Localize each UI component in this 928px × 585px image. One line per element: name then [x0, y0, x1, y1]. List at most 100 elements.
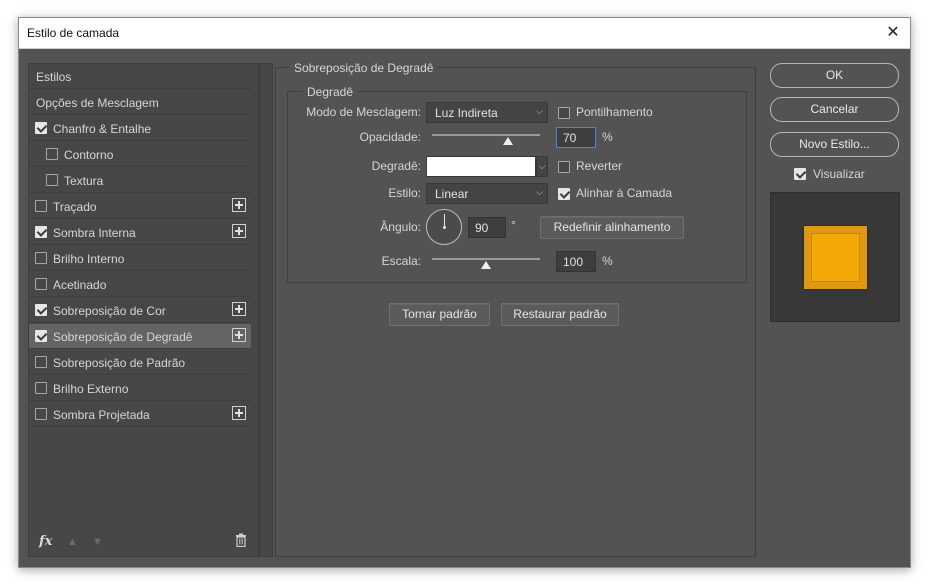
chevron-down-icon: ⌵ — [536, 187, 543, 197]
style-value: Linear — [435, 187, 469, 201]
sidebar-item[interactable]: Sobreposição de Cor — [29, 298, 251, 323]
sidebar-item-checkbox[interactable] — [35, 200, 47, 212]
preview-checkbox[interactable] — [794, 168, 806, 180]
angle-input[interactable]: 90 — [468, 217, 506, 238]
styles-list: Estilos Opções de Mesclagem Chanfro & Enta… — [28, 63, 259, 557]
group-title: Sobreposição de Degradê — [290, 61, 438, 75]
trash-icon[interactable] — [235, 533, 247, 547]
sidebar-item[interactable]: Brilho Externo — [29, 376, 251, 401]
layer-style-dialog: Estilo de camada ✕ Estilos Opções de Mesc… — [18, 17, 911, 568]
sidebar-item-label: Estilos — [36, 70, 72, 84]
sidebar-item-checkbox[interactable] — [35, 278, 47, 290]
sidebar-item[interactable]: Acetinado — [29, 272, 251, 297]
add-effect-icon[interactable] — [232, 224, 246, 238]
sidebar-item-checkbox[interactable] — [35, 122, 47, 134]
sidebar-item-label: Sombra Interna — [53, 226, 136, 240]
reset-alignment-button[interactable]: Redefinir alinhamento — [540, 216, 684, 239]
scale-slider-thumb[interactable] — [481, 261, 491, 269]
dither-checkbox[interactable] — [558, 107, 570, 119]
blend-mode-label: Modo de Mesclagem: — [306, 105, 421, 119]
angle-label: Ângulo: — [380, 220, 421, 234]
chevron-down-icon: ⌵ — [536, 106, 543, 116]
ok-button[interactable]: OK — [770, 63, 899, 88]
styles-list-scrollbar[interactable] — [259, 63, 273, 557]
gradient-subgroup: Degradê Modo de Mesclagem: Luz Indireta … — [287, 85, 747, 283]
sidebar-item-label: Brilho Interno — [53, 252, 125, 266]
sidebar-item-checkbox[interactable] — [35, 330, 47, 342]
sidebar-item[interactable]: Textura — [29, 168, 251, 193]
add-effect-icon[interactable] — [232, 406, 246, 420]
sidebar-item-checkbox[interactable] — [35, 252, 47, 264]
sidebar-item-label: Sobreposição de Cor — [53, 304, 166, 318]
sidebar-item-checkbox[interactable] — [35, 408, 47, 420]
blend-mode-select[interactable]: Luz Indireta ⌵ — [426, 102, 548, 123]
sidebar-item[interactable]: Traçado — [29, 194, 251, 219]
add-effect-icon[interactable] — [232, 328, 246, 342]
opacity-slider[interactable] — [432, 134, 540, 136]
sidebar-item[interactable]: Brilho Interno — [29, 246, 251, 271]
move-down-icon[interactable]: ▼ — [92, 536, 103, 548]
title-bar: Estilo de camada ✕ — [19, 18, 910, 49]
sidebar-item[interactable]: Estilos — [29, 64, 251, 89]
sidebar-item-checkbox[interactable] — [46, 148, 58, 160]
sidebar-item-label: Textura — [64, 174, 104, 188]
sidebar-item-checkbox[interactable] — [46, 174, 58, 186]
subgroup-title: Degradê — [303, 85, 358, 99]
add-effect-icon[interactable] — [232, 198, 246, 212]
sidebar-item[interactable]: Sombra Projetada — [29, 402, 251, 427]
sidebar-item-label: Contorno — [64, 148, 114, 162]
preview-swatch — [804, 226, 867, 289]
add-effect-icon[interactable] — [232, 302, 246, 316]
settings-panel: Sobreposição de Degradê Degradê Modo de … — [275, 61, 759, 557]
fx-icon[interactable]: fx — [39, 534, 52, 549]
scale-input[interactable]: 100 — [556, 251, 596, 272]
blend-mode-value: Luz Indireta — [435, 106, 498, 120]
gradient-dropdown-button[interactable]: ⌵ — [536, 156, 548, 177]
sidebar-item-checkbox[interactable] — [35, 356, 47, 368]
scale-label: Escala: — [381, 254, 421, 268]
cancel-button[interactable]: Cancelar — [770, 97, 899, 122]
sidebar-item-label: Brilho Externo — [53, 382, 129, 396]
styles-list-footer: fx ▲ ▼ — [28, 530, 259, 556]
sidebar-item[interactable]: Sobreposição de Degradê — [29, 324, 251, 349]
style-preview — [770, 192, 900, 322]
sidebar-item[interactable]: Sobreposição de Padrão — [29, 350, 251, 375]
sidebar-item-checkbox[interactable] — [35, 382, 47, 394]
opacity-input[interactable]: 70 — [556, 127, 596, 148]
degree-symbol: ° — [511, 218, 516, 232]
angle-center-dot — [443, 226, 446, 229]
sidebar-item[interactable]: Opções de Mesclagem — [29, 90, 251, 115]
scale-percent: % — [602, 254, 613, 268]
reverse-label: Reverter — [576, 159, 623, 173]
opacity-slider-thumb[interactable] — [502, 137, 513, 145]
angle-dial[interactable] — [426, 209, 462, 245]
sidebar-item-label: Acetinado — [53, 278, 107, 292]
scale-slider[interactable] — [432, 258, 540, 260]
dialog-title: Estilo de camada — [27, 26, 120, 40]
move-up-icon[interactable]: ▲ — [67, 536, 78, 548]
gradient-overlay-group: Sobreposição de Degradê Degradê Modo de … — [275, 61, 756, 557]
preview-label: Visualizar — [813, 167, 865, 181]
new-style-button[interactable]: Novo Estilo... — [770, 132, 899, 157]
reset-default-button[interactable]: Restaurar padrão — [501, 303, 619, 326]
preview-swatch-inner — [811, 233, 860, 282]
opacity-label: Opacidade: — [359, 130, 421, 144]
make-default-button[interactable]: Tornar padrão — [389, 303, 490, 326]
sidebar-item-label: Sobreposição de Padrão — [53, 356, 186, 370]
opacity-percent: % — [602, 130, 613, 144]
sidebar-item-label: Chanfro & Entalhe — [53, 122, 152, 136]
dither-label: Pontilhamento — [576, 105, 653, 119]
sidebar-item-checkbox[interactable] — [35, 304, 47, 316]
style-select[interactable]: Linear ⌵ — [426, 183, 548, 204]
sidebar-item-checkbox[interactable] — [35, 226, 47, 238]
align-with-layer-checkbox[interactable] — [558, 188, 570, 200]
gradient-preview[interactable] — [426, 156, 536, 177]
align-with-layer-label: Alinhar à Camada — [576, 186, 673, 200]
style-label: Estilo: — [388, 186, 421, 200]
close-icon[interactable]: ✕ — [882, 22, 904, 44]
sidebar-item[interactable]: Chanfro & Entalhe — [29, 116, 251, 141]
sidebar-item[interactable]: Sombra Interna — [29, 220, 251, 245]
sidebar-item-label: Traçado — [53, 200, 97, 214]
reverse-checkbox[interactable] — [558, 161, 570, 173]
sidebar-item[interactable]: Contorno — [29, 142, 251, 167]
